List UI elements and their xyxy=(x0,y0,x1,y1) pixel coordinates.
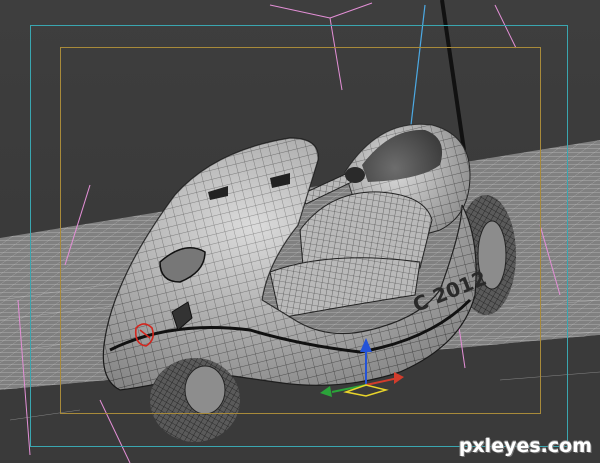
viewport-scene: C 2012 xyxy=(0,0,600,463)
antenna xyxy=(440,0,466,151)
front-wheel xyxy=(150,358,240,442)
3d-viewport[interactable]: C 2012 pxleyes.com xyxy=(0,0,600,463)
watermark: pxleyes.com xyxy=(458,435,592,457)
